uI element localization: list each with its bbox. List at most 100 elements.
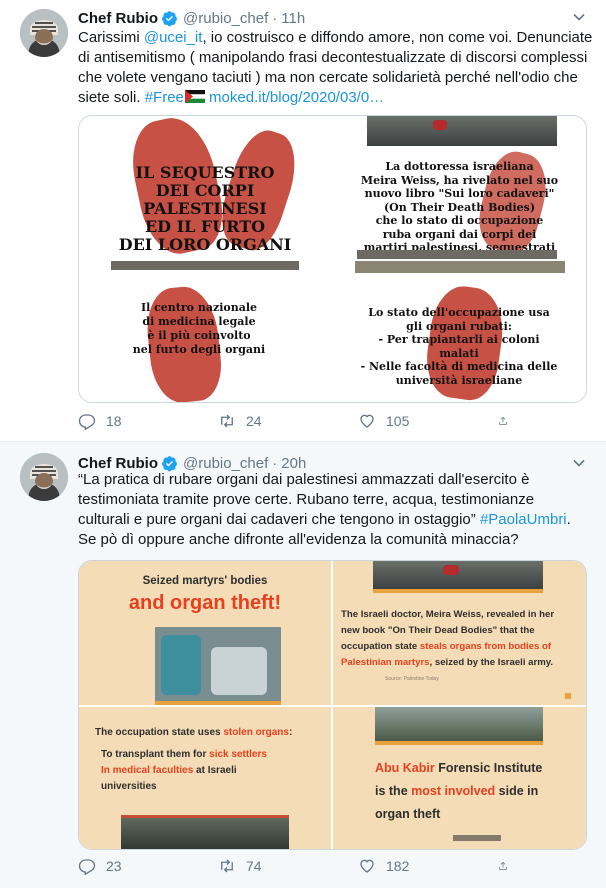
panel-text: is the	[375, 784, 412, 798]
tweet-1[interactable]: Chef Rubio @rubio_chef · 11h Carissimi @…	[0, 0, 606, 441]
tweet-link[interactable]: #PaolaUmbri	[480, 511, 567, 528]
avatar[interactable]	[20, 9, 68, 57]
panel-text: organ theft	[375, 807, 441, 821]
tweet-text: Carissimi @ucei_it, io costruisco e diff…	[78, 28, 593, 108]
panel-text-line: ED IL FURTO	[144, 217, 266, 236]
panel-text-line: new book "On Their Dead Bodies" that the	[341, 623, 581, 639]
media-panel-3[interactable]: The occupation state uses stolen organs:…	[79, 707, 331, 849]
panel-text: side in	[495, 784, 539, 798]
share-button[interactable]	[498, 412, 518, 430]
timestamp[interactable]: 20h	[281, 455, 306, 472]
tweet-text-line: Carissimi @ucei_it, io costruisco e diff…	[78, 28, 593, 48]
panel-text-line: The occupation state uses stolen organs:	[95, 725, 325, 741]
media-panel-2[interactable]: La dottoressa israeliana Meira Weiss, ha …	[333, 116, 586, 259]
panel-text-line: Abu Kabir Forensic Institute	[375, 757, 585, 780]
tweet-text-segment: “La pratica di rubare organi dai palesti…	[78, 471, 530, 488]
panel-text-line: organ theft	[375, 803, 585, 826]
highlight-text: In medical faculties	[101, 765, 194, 776]
media-panel-2[interactable]: The Israeli doctor, Meira Weiss, reveale…	[333, 561, 586, 705]
panel-text-line: Palestinian martyrs, seized by the Israe…	[341, 655, 581, 671]
panel-text-line: Meira Weiss, ha rivelato nel suo	[360, 173, 559, 187]
tweet-text-segment: culturali e pure organi dai cadaveri che…	[78, 511, 480, 528]
panel-text-line: nel furto degli organi	[132, 343, 266, 356]
media-panel-4[interactable]: Lo stato dell'occupazione usa gli organi …	[333, 261, 586, 402]
display-name[interactable]: Chef Rubio	[78, 10, 158, 27]
panel-1-subtitle: and organ theft!	[128, 592, 282, 614]
panel-text: new book "On Their Dead Bodies" that the	[341, 625, 535, 636]
highlight-text: sick settlers	[209, 749, 267, 760]
verified-badge-icon	[162, 10, 177, 26]
tweet-media-grid[interactable]: IL SEQUESTRO DEI CORPI PALESTINESI ED IL FU…	[78, 115, 587, 403]
tweet-text-line: Se pò dì oppure anche difronte all'evide…	[78, 530, 590, 550]
tweet-link[interactable]: moked.it/blog/2020/03/0…	[205, 89, 384, 106]
media-panel-1[interactable]: IL SEQUESTRO DEI CORPI PALESTINESI ED IL FU…	[79, 116, 331, 259]
tweet-text-segment: testimoniata tramite prove certe. Rubano…	[78, 491, 535, 508]
media-panel-3[interactable]: Il centro nazionale di medicina legale è i…	[79, 261, 331, 402]
tweet-text-segment: Carissimi	[78, 29, 144, 46]
panel-text: occupation state	[341, 641, 420, 652]
panel-3-text: Il centro nazionale di medicina legale è i…	[99, 301, 299, 357]
panel-text-line: è il più coinvolto	[147, 329, 251, 342]
panel-text-line: IL SEQUESTRO	[135, 163, 275, 182]
retweet-button[interactable]: 24	[218, 412, 358, 430]
highlight-text: steals organs from bodies of	[419, 641, 552, 652]
panel-text-line: La dottoressa israeliana	[385, 160, 534, 173]
panel-text: at Israeli	[193, 765, 237, 776]
panel-3-text: The occupation state uses stolen organs:…	[95, 725, 325, 795]
panel-text-line: is the most involved side in	[375, 780, 585, 803]
reply-icon	[78, 414, 96, 430]
like-button[interactable]: 182	[358, 857, 498, 875]
panel-text-line: universities	[95, 779, 325, 795]
share-icon	[499, 416, 507, 425]
separator-dot: ·	[272, 9, 278, 27]
tweet-2[interactable]: Chef Rubio @rubio_chef · 20h “La pratica…	[0, 441, 606, 888]
tweet-text-line: di antisemitismo ( manipolando frasi dec…	[78, 48, 590, 68]
panel-text: The occupation state uses	[95, 727, 224, 738]
avatar[interactable]	[20, 453, 68, 501]
tweet-media-grid[interactable]: Seized martyrs' bodies and organ theft! …	[78, 560, 587, 850]
chevron-down-icon[interactable]	[572, 456, 586, 470]
retweet-count: 74	[246, 858, 262, 874]
retweet-button[interactable]: 74	[218, 857, 358, 875]
reply-button[interactable]: 23	[78, 857, 218, 875]
panel-text-line: che lo stato di occupazione	[375, 214, 544, 227]
panel-text-line: DEI LORO ORGANI	[118, 235, 292, 254]
tweet-link[interactable]: @ucei_it	[144, 29, 203, 46]
handle[interactable]: @rubio_chef	[183, 10, 268, 27]
tweet-text-segment: Se pò dì oppure anche difronte all'evide…	[78, 531, 519, 548]
panel-4-text: Abu Kabir Forensic Institute is the most …	[375, 757, 585, 826]
media-panel-4[interactable]: Abu Kabir Forensic Institute is the most …	[333, 707, 586, 849]
tweet-text-line: siete soli. #Free moked.it/blog/2020/03/…	[78, 88, 590, 108]
chevron-down-icon[interactable]	[572, 10, 586, 24]
panel-text-line: (On Their Death Bodies)	[383, 200, 536, 214]
panel-1-title: Seized martyrs' bodies	[142, 575, 268, 587]
tweet-actions: 18 24 105	[78, 410, 518, 432]
panel-text-line: occupation state steals organs from bodi…	[341, 639, 581, 655]
panel-text-line: - Per trapiantarli ai coloni	[378, 333, 540, 346]
media-panel-1[interactable]: Seized martyrs' bodies and organ theft!	[79, 561, 331, 705]
reply-button[interactable]: 18	[78, 412, 218, 430]
display-name[interactable]: Chef Rubio	[78, 455, 158, 472]
tweet-text-line: che volete vengano taciuti ) ma non cerc…	[78, 68, 590, 88]
handle[interactable]: @rubio_chef	[183, 455, 268, 472]
panel-2-source: Source: Palestine Today	[385, 676, 439, 682]
tweet-link[interactable]: #Free	[145, 89, 184, 106]
timestamp[interactable]: 11h	[281, 10, 305, 27]
share-button[interactable]	[498, 857, 518, 875]
panel-text-line: DEI CORPI	[155, 181, 255, 200]
panel-text-line: gli organi rubati:	[406, 319, 512, 333]
panel-text: The Israeli doctor, Meira Weiss, reveale…	[341, 609, 555, 620]
panel-text-line: di medicina legale	[142, 315, 256, 328]
panel-text-line: Il centro nazionale	[140, 301, 258, 314]
tweet-text-segment: , io costruisco e diffondo amore, non co…	[202, 29, 593, 46]
panel-text: :	[288, 727, 293, 738]
like-button[interactable]: 105	[358, 412, 498, 430]
panel-1-text: IL SEQUESTRO DEI CORPI PALESTINESI ED IL FU…	[89, 164, 321, 254]
panel-text-line: nuovo libro "Sui loro cadaveri"	[364, 187, 555, 200]
panel-text: To transplant them for	[101, 749, 210, 760]
highlight-text: Palestinian martyrs	[341, 657, 430, 668]
tweet-text-line: “La pratica di rubare organi dai palesti…	[78, 470, 590, 490]
panel-4-text: Lo stato dell'occupazione usa gli organi …	[339, 306, 579, 387]
verified-badge-icon	[162, 455, 177, 471]
like-count: 105	[386, 413, 410, 429]
